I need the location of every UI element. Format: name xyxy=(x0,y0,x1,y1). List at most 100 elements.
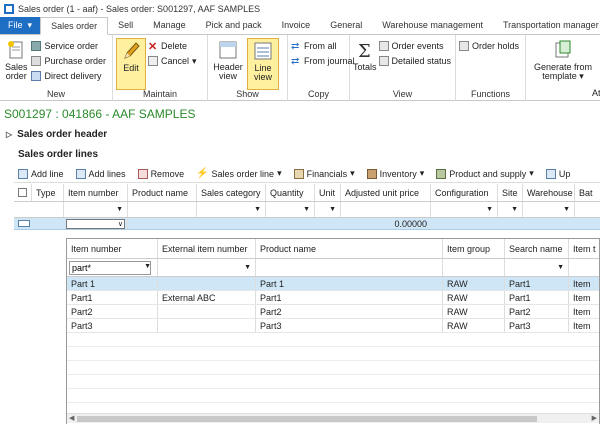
filter-dropdown[interactable]: ▼ xyxy=(315,202,341,217)
column-header[interactable]: Search name xyxy=(505,239,569,258)
filter-dropdown[interactable]: ▼ xyxy=(197,202,266,217)
column-header[interactable]: Product name xyxy=(256,239,443,258)
group-view-label: View xyxy=(392,89,413,99)
select-all-checkbox[interactable] xyxy=(14,184,32,201)
scrollbar-thumb[interactable] xyxy=(77,416,537,422)
copy-from-journal-button[interactable]: ⇄ From journal xyxy=(291,54,358,68)
search-name-cell: Part3 xyxy=(505,319,569,332)
inventory-menu[interactable]: Inventory ▾ xyxy=(363,166,429,182)
filter-cell[interactable] xyxy=(575,202,600,217)
tab-transportation-management[interactable]: Transportation manager xyxy=(493,17,600,34)
delete-button[interactable]: ✕ Delete xyxy=(148,39,200,53)
column-header[interactable]: Item group xyxy=(443,239,505,258)
column-header[interactable]: Bat xyxy=(575,184,600,201)
column-header[interactable]: External item number xyxy=(158,239,256,258)
filter-dropdown[interactable]: ▼ xyxy=(158,259,256,276)
detailed-status-icon xyxy=(378,56,389,66)
table-row[interactable]: ∨ 0.00000 xyxy=(14,218,600,230)
search-name-cell: Part1 xyxy=(505,277,569,290)
line-view-button[interactable]: Line view xyxy=(247,38,279,90)
item-group-cell: RAW xyxy=(443,305,505,318)
cancel-button[interactable]: Cancel ▾ xyxy=(148,54,200,68)
column-header[interactable]: Adjusted unit price xyxy=(341,184,431,201)
filter-dropdown[interactable]: ▼ xyxy=(431,202,498,217)
item-number-input[interactable]: ∨ xyxy=(64,218,128,229)
tab-invoice[interactable]: Invoice xyxy=(272,17,321,34)
filter-dropdown[interactable]: ▼ xyxy=(523,202,575,217)
svg-text:Σ: Σ xyxy=(358,41,371,60)
column-header[interactable]: Item number xyxy=(67,239,158,258)
search-name-cell: Part1 xyxy=(505,291,569,304)
column-header[interactable]: Quantity xyxy=(266,184,315,201)
add-line-button[interactable]: Add line xyxy=(14,166,68,182)
remove-button[interactable]: Remove xyxy=(134,166,189,182)
detailed-status-button[interactable]: Detailed status xyxy=(378,54,455,68)
sales-order-header-section[interactable]: ▷ Sales order header xyxy=(6,129,107,140)
item-number-filter[interactable]: ▼ xyxy=(67,259,158,276)
copy-from-all-button[interactable]: ⇄ From all xyxy=(291,39,358,53)
column-header[interactable]: Sales category xyxy=(197,184,266,201)
filter-dropdown[interactable]: ▼ xyxy=(64,202,128,217)
new-document-icon xyxy=(8,41,23,59)
tab-general[interactable]: General xyxy=(320,17,372,34)
update-icon xyxy=(545,168,556,179)
header-view-button[interactable]: Header view xyxy=(211,38,245,90)
filter-cell[interactable] xyxy=(128,202,197,217)
chevron-down-icon: ▼ xyxy=(116,206,123,213)
list-item[interactable]: Part1 External ABC Part1 RAW Part1 Item xyxy=(67,291,599,305)
column-header[interactable]: Configuration xyxy=(431,184,498,201)
column-header[interactable]: Product name xyxy=(128,184,197,201)
sales-order-line-menu[interactable]: ⚡ Sales order line ▾ xyxy=(192,166,286,182)
list-item[interactable]: Part 1 Part 1 RAW Part1 Item xyxy=(67,277,599,291)
tab-pick-and-pack[interactable]: Pick and pack xyxy=(196,17,272,34)
column-header[interactable]: Site xyxy=(498,184,523,201)
ribbon: Sales order Service order Purchase order… xyxy=(0,35,600,101)
column-header[interactable]: Type xyxy=(32,184,64,201)
service-order-button[interactable]: Service order xyxy=(31,39,109,53)
direct-delivery-button[interactable]: Direct delivery xyxy=(31,69,109,83)
filter-cell[interactable] xyxy=(256,259,443,276)
filter-cell[interactable] xyxy=(569,259,599,276)
tab-sales-order[interactable]: Sales order xyxy=(40,17,109,35)
item-number-cell: Part 1 xyxy=(67,277,158,290)
product-and-supply-menu[interactable]: Product and supply ▾ xyxy=(432,166,538,182)
order-events-button[interactable]: Order events xyxy=(378,39,455,53)
group-next-label: At xyxy=(592,88,600,98)
tab-sell[interactable]: Sell xyxy=(108,17,143,34)
filter-dropdown[interactable]: ▼ xyxy=(266,202,315,217)
adjusted-unit-price-cell[interactable]: 0.00000 xyxy=(128,218,431,229)
financials-menu[interactable]: Financials ▾ xyxy=(290,166,359,182)
chevron-down-icon: ▾ xyxy=(579,71,584,81)
tab-manage[interactable]: Manage xyxy=(143,17,196,34)
column-header[interactable]: Item number xyxy=(64,184,128,201)
scroll-left-icon[interactable]: ◀ xyxy=(69,414,74,422)
item-number-filter-input[interactable] xyxy=(69,260,151,275)
list-item[interactable]: Part3 Part3 RAW Part3 Item xyxy=(67,319,599,333)
header-view-icon xyxy=(219,41,237,59)
filter-dropdown[interactable]: ▼ xyxy=(498,202,523,217)
generate-from-template-button[interactable]: Generate from template ▾ xyxy=(529,38,597,90)
filter-cell[interactable] xyxy=(341,202,431,217)
list-item[interactable]: Part2 Part2 RAW Part2 Item xyxy=(67,305,599,319)
tab-warehouse-management[interactable]: Warehouse management xyxy=(372,17,493,34)
edit-button[interactable]: Edit xyxy=(116,38,146,90)
filter-cell[interactable] xyxy=(443,259,505,276)
totals-button[interactable]: Σ Totals xyxy=(353,38,377,90)
order-holds-button[interactable]: Order holds xyxy=(459,39,522,53)
column-header[interactable]: Unit xyxy=(315,184,341,201)
filter-dropdown[interactable]: ▼ xyxy=(505,259,569,276)
line-view-icon xyxy=(254,42,272,60)
horizontal-scrollbar[interactable]: ◀ ▶ xyxy=(67,413,599,423)
purchase-order-button[interactable]: Purchase order xyxy=(31,54,109,68)
chevron-down-icon: ▾ xyxy=(350,168,355,178)
column-header[interactable]: Warehouse xyxy=(523,184,575,201)
scroll-right-icon[interactable]: ▶ xyxy=(592,414,597,422)
add-lines-button[interactable]: Add lines xyxy=(72,166,130,182)
update-menu[interactable]: Up xyxy=(542,166,575,182)
item-group-cell: RAW xyxy=(443,319,505,332)
chevron-down-icon: ▼ xyxy=(144,263,151,270)
column-header[interactable]: Item t xyxy=(569,239,599,258)
chevron-down-icon: ▼ xyxy=(303,206,310,213)
sales-order-button[interactable]: Sales order xyxy=(3,38,29,90)
tab-file[interactable]: File ▾ xyxy=(0,17,41,34)
